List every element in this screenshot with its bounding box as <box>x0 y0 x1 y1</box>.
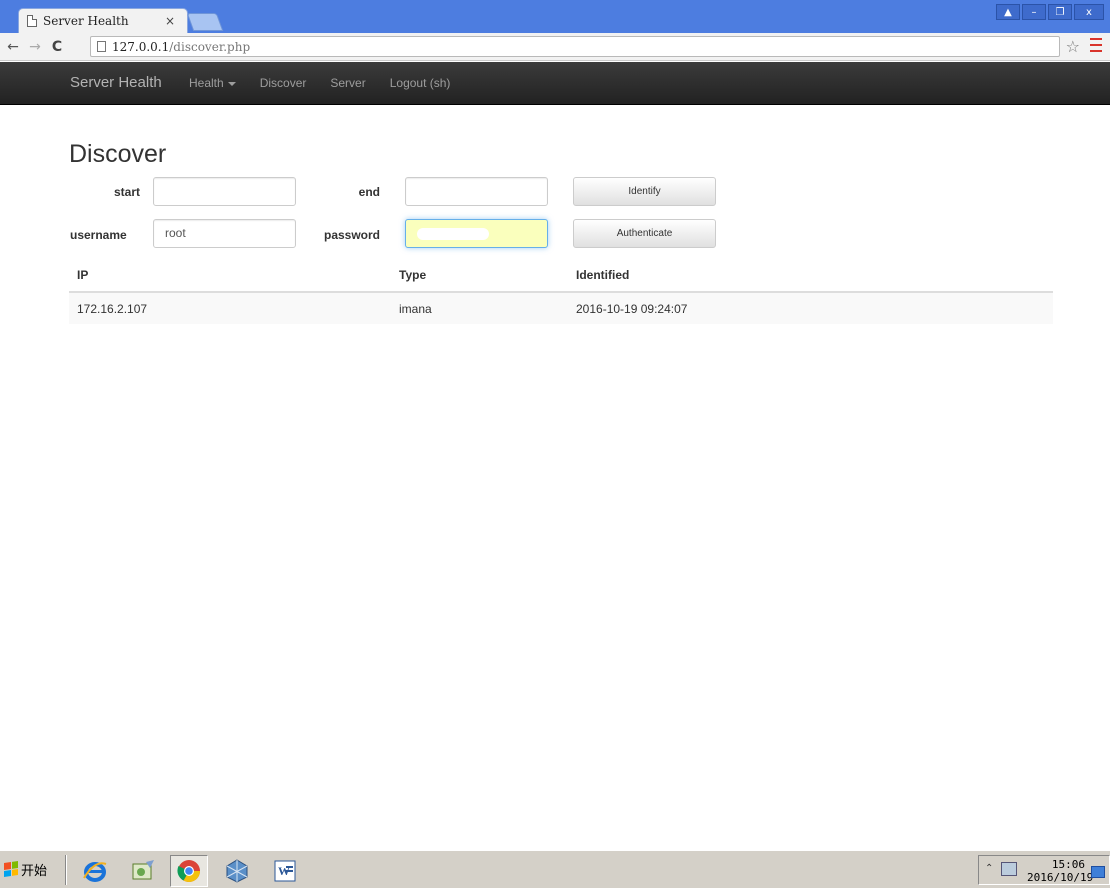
page-title: Discover <box>69 140 167 168</box>
page-info-icon[interactable] <box>97 41 106 52</box>
url-path: /discover.php <box>169 39 251 54</box>
start-input[interactable] <box>153 177 296 206</box>
window-close-button[interactable]: x <box>1074 4 1104 20</box>
navbar-brand[interactable]: Server Health <box>70 74 162 91</box>
site-navbar: Server Health Health Discover Server Log… <box>0 62 1110 105</box>
nav-logout[interactable]: Logout (sh) <box>390 76 451 90</box>
virtualbox-icon[interactable] <box>218 855 256 887</box>
column-header-identified: Identified <box>568 259 1053 293</box>
end-input[interactable] <box>405 177 548 206</box>
window-restore-button[interactable]: ❐ <box>1048 4 1072 20</box>
column-header-ip: IP <box>69 259 391 293</box>
word-icon[interactable]: W <box>266 855 304 887</box>
cell-type: imana <box>391 291 568 324</box>
browser-menu-icon[interactable] <box>1090 38 1102 52</box>
nav-discover[interactable]: Discover <box>260 76 307 90</box>
cell-identified: 2016-10-19 09:24:07 <box>568 291 1053 324</box>
username-input[interactable]: root <box>153 219 296 248</box>
browser-tabstrip: Server Health × ▲ – ❐ x <box>0 0 1110 33</box>
network-icon[interactable] <box>1001 862 1017 876</box>
tray-expand-icon[interactable]: ⌃ <box>985 863 993 874</box>
clock-time: 15:06 <box>1051 858 1085 871</box>
navbar-links: Health Discover Server Logout (sh) <box>189 76 474 90</box>
authenticate-button[interactable]: Authenticate <box>573 219 716 248</box>
identify-button[interactable]: Identify <box>573 177 716 206</box>
caret-down-icon <box>227 81 236 86</box>
page-icon <box>27 15 37 27</box>
end-label: end <box>358 185 380 199</box>
table-header-row: IP Type Identified <box>69 259 1053 293</box>
forward-arrow-icon[interactable]: → <box>26 39 44 55</box>
window-pin-button[interactable]: ▲ <box>996 4 1020 20</box>
username-label: username <box>70 228 127 242</box>
taskbar-separator <box>65 855 67 885</box>
window-controls: ▲ – ❐ x <box>996 4 1104 20</box>
tray-clock[interactable]: 15:06 2016/10/19 <box>1027 858 1094 884</box>
paint-icon[interactable] <box>124 855 162 887</box>
nav-server[interactable]: Server <box>330 76 365 90</box>
browser-toolbar: ← → C 127.0.0.1/discover.php ☆ <box>0 33 1110 61</box>
show-desktop-icon[interactable] <box>1091 866 1105 878</box>
start-label: start <box>113 185 140 199</box>
new-tab-button[interactable] <box>186 13 224 31</box>
clock-date: 2016/10/19 <box>1027 871 1094 884</box>
column-header-type: Type <box>391 259 568 293</box>
masked-password <box>417 228 489 240</box>
reload-icon[interactable]: C <box>48 39 66 55</box>
taskbar: 开始 W ⌃ 15:06 2016/10/19 <box>0 850 1110 888</box>
back-arrow-icon[interactable]: ← <box>4 39 22 55</box>
window-minimize-button[interactable]: – <box>1022 4 1046 20</box>
start-label: 开始 <box>21 862 48 878</box>
system-tray: ⌃ 15:06 2016/10/19 <box>978 855 1110 885</box>
browser-tab[interactable]: Server Health × <box>18 8 188 33</box>
start-button[interactable]: 开始 <box>4 857 47 881</box>
cell-ip: 172.16.2.107 <box>69 291 391 324</box>
windows-logo-icon <box>4 861 18 877</box>
chrome-icon[interactable] <box>170 855 208 887</box>
tab-close-icon[interactable]: × <box>165 14 181 28</box>
nav-health-dropdown[interactable]: Health <box>189 76 236 90</box>
discover-table: IP Type Identified 172.16.2.107 imana 20… <box>69 259 1053 324</box>
address-bar[interactable]: 127.0.0.1/discover.php <box>90 36 1060 57</box>
password-label: password <box>323 228 380 242</box>
url-host: 127.0.0.1 <box>112 39 170 54</box>
tab-title: Server Health <box>43 14 129 28</box>
password-input[interactable] <box>405 219 548 248</box>
ie-icon[interactable] <box>76 855 114 887</box>
table-row: 172.16.2.107 imana 2016-10-19 09:24:07 <box>69 291 1053 324</box>
nav-health-label: Health <box>189 76 224 90</box>
bookmark-star-icon[interactable]: ☆ <box>1066 37 1080 56</box>
